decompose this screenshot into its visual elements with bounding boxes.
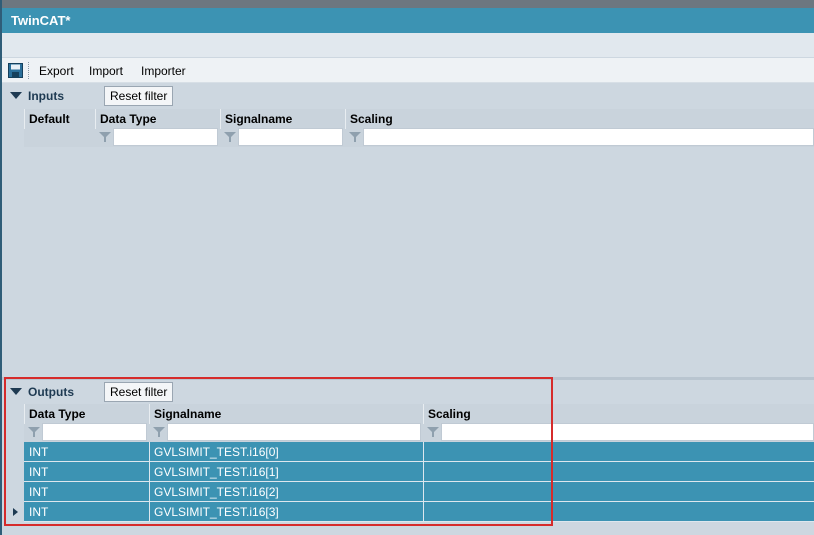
window-title: TwinCAT* [11,13,71,28]
table-row[interactable]: INT GVLSIMIT_TEST.i16[0] [24,442,814,462]
filter-icon[interactable] [349,132,361,142]
row-data-type: INT [29,445,49,459]
inputs-label: Inputs [28,89,64,103]
row-signalname: GVLSIMIT_TEST.i16[1] [154,465,279,479]
outputs-label: Outputs [28,385,74,399]
inputs-filter-signalname [220,128,345,146]
inputs-filter-row [24,128,814,146]
inputs-filter-data-type-input[interactable] [113,128,218,146]
outputs-section-header: Outputs Reset filter [2,381,814,403]
outputs-filter-data-type-input[interactable] [42,423,147,441]
filter-icon[interactable] [224,132,236,142]
collapse-triangle-icon[interactable] [10,92,22,99]
outputs-filter-row [24,423,814,441]
panel-splitter[interactable] [2,377,814,380]
inputs-filter-scaling-input[interactable] [363,128,814,146]
column-divider [423,442,424,462]
column-divider [423,502,424,522]
outputs-reset-filter-button[interactable]: Reset filter [104,382,174,402]
outputs-filter-data-type [24,423,149,441]
row-signalname: GVLSIMIT_TEST.i16[0] [154,445,279,459]
inputs-reset-filter-button[interactable]: Reset filter [104,86,174,106]
outputs-filter-scaling [423,423,814,441]
save-icon[interactable] [8,63,23,78]
outputs-filter-signalname [149,423,423,441]
column-divider [149,442,150,462]
table-row[interactable]: INT GVLSIMIT_TEST.i16[1] [24,462,814,482]
inputs-section-header: Inputs Reset filter [2,85,814,107]
outputs-col-signalname[interactable]: Signalname [149,404,423,424]
filter-icon[interactable] [427,427,439,437]
top-strip [2,0,814,8]
inputs-filter-signalname-input[interactable] [238,128,343,146]
table-row[interactable]: INT GVLSIMIT_TEST.i16[2] [24,482,814,502]
importer-button[interactable]: Importer [141,64,186,78]
bottom-area [2,522,814,535]
column-divider [149,482,150,502]
row-signalname: GVLSIMIT_TEST.i16[3] [154,505,279,519]
export-button[interactable]: Export [39,64,74,78]
outputs-col-scaling[interactable]: Scaling [423,404,814,424]
inputs-filter-scaling [345,128,814,146]
collapse-triangle-icon[interactable] [10,388,22,395]
toolbar: Export Import Importer [2,58,814,83]
outputs-filter-scaling-input[interactable] [441,423,814,441]
filter-icon[interactable] [28,427,40,437]
outputs-grid-header: Data Type Signalname Scaling [24,404,814,442]
import-button[interactable]: Import [89,64,123,78]
inputs-filter-data-type [95,128,220,146]
header-band [2,33,814,57]
inputs-col-data-type[interactable]: Data Type [95,109,220,129]
outputs-filter-signalname-input[interactable] [167,423,421,441]
filter-icon[interactable] [153,427,165,437]
column-divider [423,482,424,502]
table-row[interactable]: INT GVLSIMIT_TEST.i16[3] [24,502,814,522]
inputs-col-scaling[interactable]: Scaling [345,109,814,129]
row-data-type: INT [29,485,49,499]
inputs-col-signalname[interactable]: Signalname [220,109,345,129]
column-divider [423,462,424,482]
current-row-indicator-icon [13,508,18,516]
inputs-col-default[interactable]: Default [24,109,95,129]
filter-icon[interactable] [99,132,111,142]
column-divider [149,462,150,482]
outputs-col-data-type[interactable]: Data Type [24,404,149,424]
row-data-type: INT [29,465,49,479]
row-data-type: INT [29,505,49,519]
twincat-window: TwinCAT* Export Import Importer Inputs R… [0,0,814,535]
title-bar[interactable]: TwinCAT* [2,8,814,33]
toolbar-separator [28,62,29,79]
row-signalname: GVLSIMIT_TEST.i16[2] [154,485,279,499]
inputs-grid-header: Default Data Type Signalname Scaling [24,109,814,147]
column-divider [149,502,150,522]
